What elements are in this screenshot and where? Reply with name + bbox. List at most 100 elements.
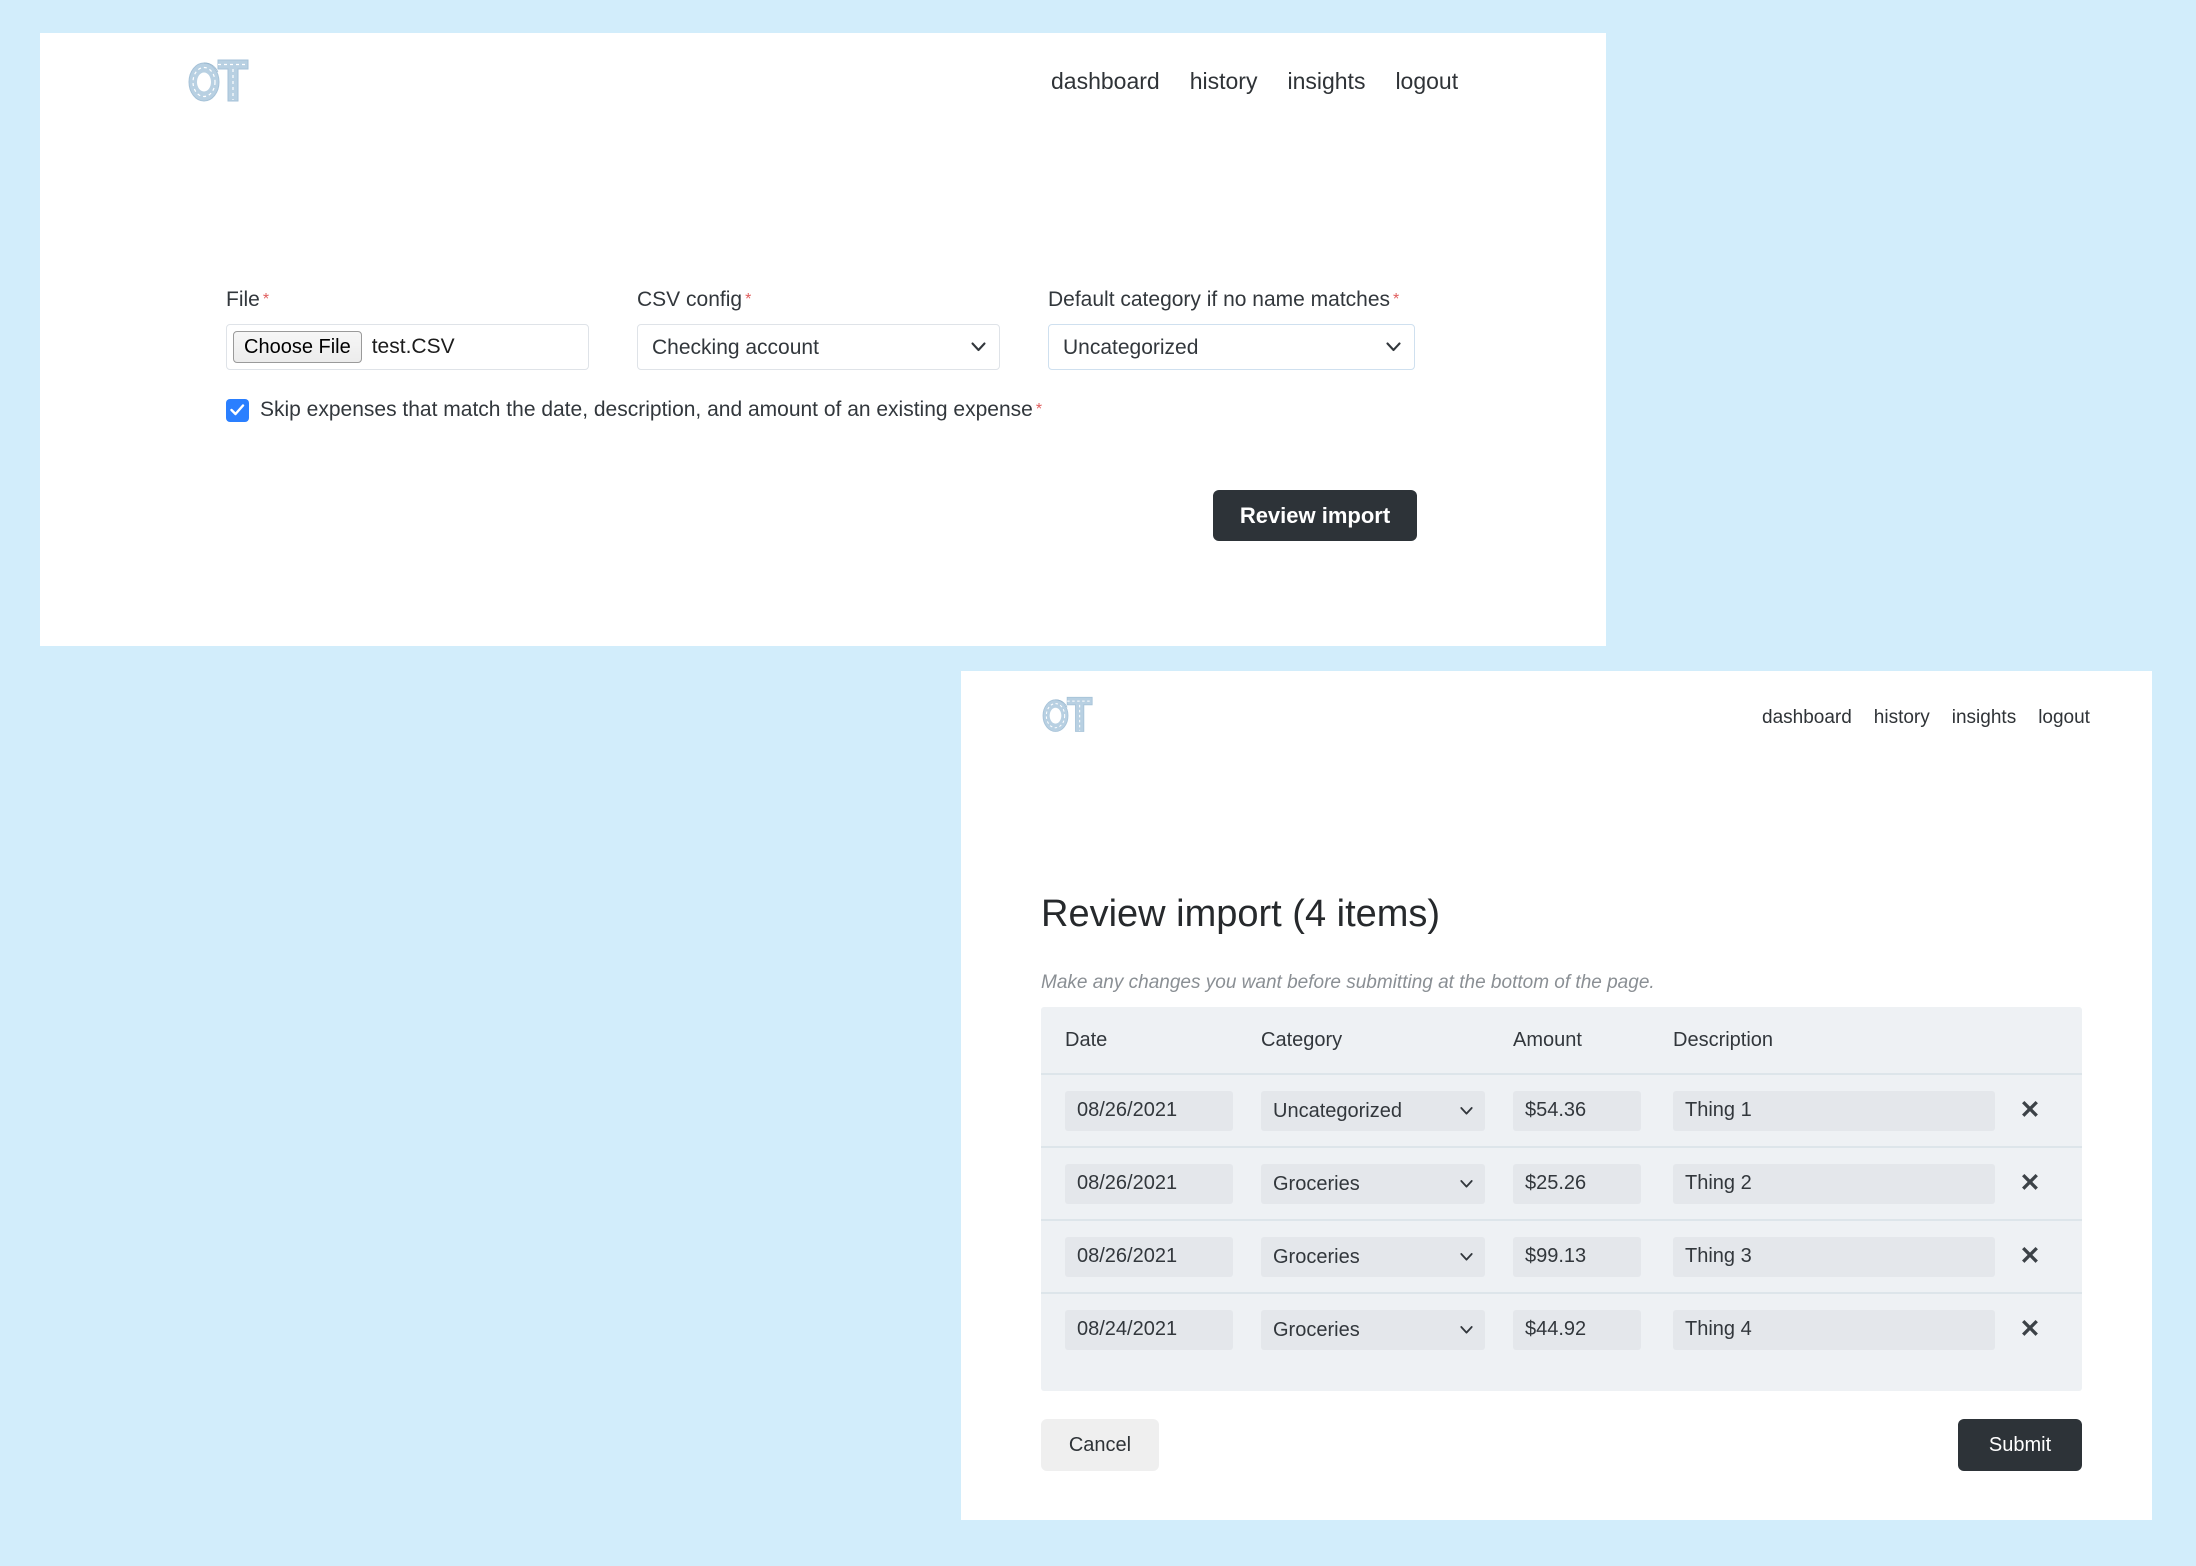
cell-amount: $99.13 [1513,1236,1673,1277]
file-label-text: File [226,288,260,311]
delete-row-button[interactable]: ✕ [2020,1098,2041,1123]
table-body: 08/26/2021 Uncategorized $54.36 Thing 1 ✕ 08/… [1041,1073,2082,1365]
table-row: 08/26/2021 Groceries $25.26 Thing 2 ✕ [1041,1146,2082,1219]
app-logo[interactable] [1042,694,1094,739]
file-input[interactable]: Choose File test.CSV [226,324,589,370]
table-row: 08/26/2021 Uncategorized $54.36 Thing 1 ✕ [1041,1073,2082,1146]
nav-link-dashboard[interactable]: dashboard [1762,707,1852,729]
delete-row-button[interactable]: ✕ [2020,1317,2041,1342]
cell-date: 08/26/2021 [1065,1090,1261,1131]
cell-amount: $44.92 [1513,1309,1673,1350]
cell-date: 08/24/2021 [1065,1309,1261,1350]
date-input[interactable]: 08/26/2021 [1065,1163,1233,1204]
skip-duplicates-checkbox[interactable] [226,398,249,422]
cell-category: Groceries [1261,1163,1513,1204]
amount-input[interactable]: $54.36 [1513,1090,1641,1131]
category-select[interactable]: Uncategorized [1261,1090,1485,1131]
cell-description: Thing 4 [1673,1309,2002,1350]
main-nav: dashboard history insights logout [1051,68,1458,95]
cancel-button[interactable]: Cancel [1041,1419,1159,1471]
csv-config-label-text: CSV config [637,288,743,311]
delete-row-button[interactable]: ✕ [2020,1244,2041,1269]
import-form-fields: File * Choose File test.CSV CSV config * C… [226,288,1415,370]
description-input[interactable]: Thing 1 [1673,1090,1995,1131]
description-input[interactable]: Thing 2 [1673,1163,1995,1204]
nav-link-logout[interactable]: logout [2038,707,2090,729]
nav-link-insights[interactable]: insights [1952,707,2016,729]
category-select-wrap: Groceries [1261,1163,1485,1204]
nav-link-dashboard[interactable]: dashboard [1051,68,1160,95]
skip-duplicates-row: Skip expenses that match the date, descr… [226,398,1042,422]
csv-upload-window: dashboard history insights logout File * … [40,33,1606,646]
cell-description: Thing 2 [1673,1163,2002,1204]
table-row: 08/24/2021 Groceries $44.92 Thing 4 ✕ [1041,1292,2082,1365]
cell-category: Groceries [1261,1236,1513,1277]
nav-link-history[interactable]: history [1874,707,1930,729]
category-select-wrap: Groceries [1261,1309,1485,1350]
page-title: Review import (4 items) [1041,893,1441,935]
default-category-field-label: Default category if no name matches * [1048,288,1415,312]
main-nav: dashboard history insights logout [1762,707,2090,729]
choose-file-button[interactable]: Choose File [233,331,362,363]
csv-config-select-wrap: Checking account [637,324,1000,370]
date-input[interactable]: 08/26/2021 [1065,1236,1233,1277]
cell-amount: $25.26 [1513,1163,1673,1204]
review-import-window: dashboard history insights logout Review… [961,671,2152,1520]
cell-description: Thing 1 [1673,1090,2002,1131]
screenshot-stage: dashboard history insights logout File * … [0,0,2196,1566]
nav-link-logout[interactable]: logout [1395,68,1458,95]
cell-date: 08/26/2021 [1065,1163,1261,1204]
app-logo[interactable] [188,56,250,109]
default-category-label-text: Default category if no name matches [1048,288,1391,311]
column-header-category: Category [1261,1028,1343,1051]
category-select[interactable]: Groceries [1261,1163,1485,1204]
cell-category: Uncategorized [1261,1090,1513,1131]
file-field: File * Choose File test.CSV [226,288,637,370]
column-header-date: Date [1065,1028,1108,1051]
checkmark-icon [230,404,245,416]
cell-delete: ✕ [2002,1244,2058,1269]
nav-link-history[interactable]: history [1190,68,1258,95]
default-category-select[interactable]: Uncategorized [1048,324,1415,370]
file-required-marker: * [262,291,270,308]
category-select[interactable]: Groceries [1261,1309,1485,1350]
amount-input[interactable]: $25.26 [1513,1163,1641,1204]
selected-file-name: test.CSV [371,335,455,358]
csv-config-field-label: CSV config * [637,288,1048,312]
column-header-description: Description [1673,1028,1774,1051]
csv-config-select[interactable]: Checking account [637,324,1000,370]
table-row: 08/26/2021 Groceries $99.13 Thing 3 ✕ [1041,1219,2082,1292]
skip-duplicates-label: Skip expenses that match the date, descr… [260,398,1042,422]
category-select-wrap: Groceries [1261,1236,1485,1277]
default-category-select-wrap: Uncategorized [1048,324,1415,370]
file-field-label: File * [226,288,637,312]
ot-road-logo-icon [1042,696,1093,732]
category-select-wrap: Uncategorized [1261,1090,1485,1131]
csv-config-field: CSV config * Checking account [637,288,1048,370]
cell-delete: ✕ [2002,1317,2058,1342]
amount-input[interactable]: $44.92 [1513,1309,1641,1350]
review-import-button[interactable]: Review import [1213,490,1417,541]
date-input[interactable]: 08/26/2021 [1065,1090,1233,1131]
description-input[interactable]: Thing 3 [1673,1236,1995,1277]
default-category-field: Default category if no name matches * Unc… [1048,288,1415,370]
submit-button[interactable]: Submit [1958,1419,2082,1471]
import-review-table: Date Category Amount Description 08/26/2… [1041,1007,2082,1391]
table-header-row: Date Category Amount Description [1041,1007,2082,1073]
amount-input[interactable]: $99.13 [1513,1236,1641,1277]
cell-delete: ✕ [2002,1098,2058,1123]
page-subtitle: Make any changes you want before submitt… [1041,972,1655,993]
csv-config-required-marker: * [745,291,752,308]
description-input[interactable]: Thing 4 [1673,1309,1995,1350]
nav-link-insights[interactable]: insights [1287,68,1365,95]
cell-date: 08/26/2021 [1065,1236,1261,1277]
cell-delete: ✕ [2002,1171,2058,1196]
ot-road-logo-icon [188,59,249,102]
date-input[interactable]: 08/24/2021 [1065,1309,1233,1350]
delete-row-button[interactable]: ✕ [2020,1171,2041,1196]
category-select[interactable]: Groceries [1261,1236,1485,1277]
skip-duplicates-required-marker: * [1035,401,1043,418]
column-header-amount: Amount [1513,1028,1582,1051]
cell-description: Thing 3 [1673,1236,2002,1277]
default-category-required-marker: * [1393,291,1400,308]
